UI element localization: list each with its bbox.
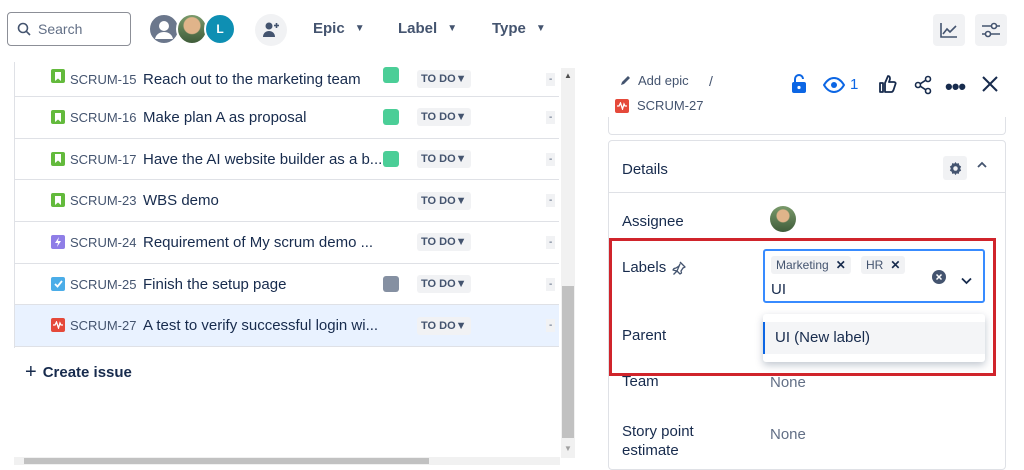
story-icon (51, 151, 65, 166)
lock-icon[interactable] (791, 74, 807, 99)
breadcrumb-separator: / (709, 73, 713, 89)
chart-line-icon (940, 23, 957, 38)
story-point-label-line2: estimate (622, 442, 679, 459)
chevron-down-icon: ▼ (535, 23, 546, 34)
story-point-value[interactable]: None (770, 426, 806, 443)
collapse-icon[interactable] (976, 159, 988, 174)
status-dropdown[interactable]: TO DO▼ (417, 316, 471, 335)
status-dropdown[interactable]: TO DO▼ (417, 70, 471, 88)
assignee-avatar[interactable] (770, 206, 796, 232)
watch-button[interactable]: 1 (823, 76, 858, 93)
status-dropdown[interactable]: TO DO▼ (417, 191, 471, 210)
bug-icon (51, 318, 65, 333)
list-horizontal-scrollbar[interactable] (14, 457, 560, 465)
search-icon (17, 22, 31, 36)
team-value[interactable]: None (770, 374, 806, 391)
insights-button[interactable] (933, 14, 965, 46)
color-square (383, 109, 399, 125)
chevron-down-icon: ▼ (447, 23, 458, 34)
labels-input[interactable]: Marketing ✕ HR ✕ UI (763, 249, 985, 303)
story-icon (51, 193, 65, 208)
scroll-thumb[interactable] (24, 458, 429, 464)
close-icon[interactable] (981, 75, 999, 98)
previous-card (608, 117, 1006, 135)
color-square (383, 150, 399, 167)
add-epic-link[interactable]: Add epic (619, 73, 689, 88)
estimate-field[interactable]: - (546, 235, 556, 249)
plus-icon: + (25, 361, 37, 383)
user-icon (155, 21, 173, 39)
filter-epic[interactable]: Epic ▼ (313, 20, 365, 37)
estimate-field[interactable]: - (546, 194, 556, 208)
story-point-label: Story point (622, 423, 694, 440)
share-icon[interactable] (913, 75, 933, 100)
issue-row[interactable]: SCRUM-17 Have the AI website builder as … (15, 139, 559, 181)
status-dropdown[interactable]: TO DO▼ (417, 150, 471, 169)
scroll-up-icon[interactable]: ▲ (564, 71, 572, 80)
issue-list: SCRUM-15 Reach out to the marketing team… (14, 62, 559, 348)
like-icon[interactable] (878, 74, 898, 99)
estimate-field[interactable]: - (546, 277, 556, 291)
gear-icon (949, 161, 961, 175)
status-dropdown[interactable]: TO DO▼ (417, 275, 471, 294)
issue-row[interactable]: SCRUM-16 Make plan A as proposal TO DO▼ … (15, 97, 559, 139)
search-input[interactable]: Search (7, 12, 131, 46)
clear-input-icon[interactable] (932, 270, 946, 284)
search-placeholder: Search (38, 21, 83, 37)
status-dropdown[interactable]: TO DO▼ (417, 233, 471, 252)
assignee-label: Assignee (622, 213, 684, 230)
filter-type[interactable]: Type ▼ (492, 20, 546, 37)
sliders-icon (982, 22, 1000, 38)
add-person-icon (263, 22, 279, 37)
task-icon (51, 276, 65, 291)
add-people-button[interactable] (255, 14, 287, 46)
breadcrumb-issue-key[interactable]: SCRUM-27 (615, 98, 703, 113)
issue-row-selected[interactable]: SCRUM-27 A test to verify successful log… (15, 305, 559, 348)
view-settings-button[interactable] (975, 14, 1007, 46)
estimate-field[interactable]: - (546, 110, 556, 124)
chevron-down-icon[interactable] (961, 272, 972, 290)
chevron-down-icon: ▼ (354, 23, 365, 34)
color-square (383, 67, 399, 83)
details-title: Details (622, 161, 668, 178)
remove-tag-icon[interactable]: ✕ (836, 258, 846, 272)
avatar-group: L (148, 13, 236, 45)
pin-icon[interactable] (672, 261, 686, 275)
parent-label: Parent (622, 327, 667, 344)
list-vertical-scrollbar[interactable]: ▲ ▼ (561, 68, 575, 458)
estimate-field[interactable]: - (546, 152, 556, 166)
issue-detail-panel: Add epic / SCRUM-27 1 ••• Details Assign… (598, 62, 1024, 470)
color-square (383, 275, 399, 292)
labels-suggestion-dropdown: UI (New label) (763, 314, 985, 362)
pencil-icon (621, 76, 630, 85)
team-label: Team (622, 373, 659, 390)
top-toolbar: Search L Epic ▼ Label ▼ Type ▼ (0, 0, 1024, 62)
remove-tag-icon[interactable]: ✕ (890, 258, 900, 272)
labels-field-label: Labels (622, 259, 686, 276)
label-tag: HR ✕ (861, 256, 906, 274)
epic-icon (51, 235, 65, 250)
create-issue-button[interactable]: + Create issue (25, 361, 132, 384)
labels-text-entry[interactable]: UI (771, 281, 786, 298)
issue-row[interactable]: SCRUM-23 WBS demo TO DO▼ - (15, 180, 559, 223)
scroll-down-icon[interactable]: ▼ (564, 444, 572, 453)
settings-button[interactable] (943, 156, 967, 180)
estimate-field[interactable]: - (546, 319, 556, 333)
new-label-option[interactable]: UI (New label) (763, 322, 985, 354)
scroll-thumb[interactable] (562, 286, 574, 438)
avatar-user-l[interactable]: L (204, 13, 236, 45)
filter-label[interactable]: Label ▼ (398, 20, 457, 37)
story-icon (51, 69, 65, 83)
label-tag: Marketing ✕ (771, 256, 851, 274)
issue-row[interactable]: SCRUM-15 Reach out to the marketing team… (15, 62, 559, 97)
issue-row[interactable]: SCRUM-24 Requirement of My scrum demo ..… (15, 222, 559, 264)
more-actions-icon[interactable]: ••• (945, 74, 966, 100)
details-header: Details (609, 141, 1005, 193)
bug-icon (615, 98, 629, 113)
status-dropdown[interactable]: TO DO▼ (417, 108, 471, 127)
estimate-field[interactable]: - (546, 72, 556, 86)
eye-icon (823, 76, 845, 93)
story-icon (51, 110, 65, 124)
issue-row[interactable]: SCRUM-25 Finish the setup page TO DO▼ - (15, 264, 559, 306)
